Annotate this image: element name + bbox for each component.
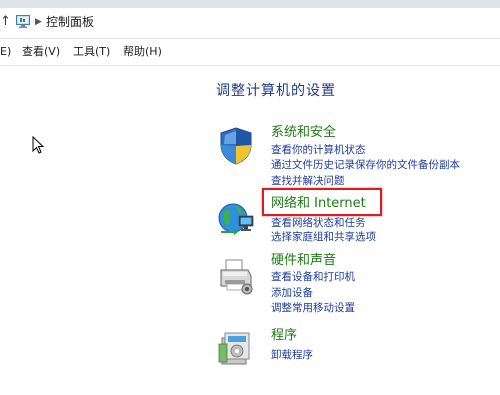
mouse-cursor-icon [32, 136, 45, 154]
link-file-history-backup[interactable]: 通过文件历史记录保存你的文件备份副本 [271, 159, 460, 172]
link-add-device[interactable]: 添加设备 [271, 287, 313, 300]
breadcrumb[interactable]: 控制面板 [46, 14, 94, 30]
breadcrumb-chevron-icon[interactable]: ▶ [35, 15, 42, 29]
programs-icon[interactable] [216, 328, 256, 368]
link-view-computer-status[interactable]: 查看你的计算机状态 [271, 144, 366, 157]
link-view-network-status[interactable]: 查看网络状态和任务 [271, 217, 366, 230]
link-homegroup-sharing[interactable]: 选择家庭组和共享选项 [271, 231, 376, 244]
link-troubleshoot[interactable]: 查找并解决问题 [271, 175, 345, 188]
link-uninstall-program[interactable]: 卸载程序 [271, 349, 313, 362]
control-panel-icon [16, 15, 30, 28]
up-arrow-icon[interactable]: ↑ [0, 14, 11, 30]
printer-icon[interactable] [216, 256, 256, 296]
menu-bar: E) 查看(V) 工具(T) 帮助(H) [0, 39, 500, 66]
network-globe-icon[interactable] [216, 198, 256, 238]
address-bar: ↑ ▶ 控制面板 [0, 0, 500, 39]
menu-help[interactable]: 帮助(H) [123, 45, 162, 59]
category-title-hardware-sound[interactable]: 硬件和声音 [271, 253, 336, 269]
link-devices-printers[interactable]: 查看设备和打印机 [271, 271, 355, 284]
category-title-programs[interactable]: 程序 [271, 328, 297, 344]
menu-view[interactable]: 查看(V) [22, 45, 60, 59]
category-title-network-internet[interactable]: 网络和 Internet [271, 196, 366, 212]
window-frame [0, 0, 500, 8]
link-mobility-settings[interactable]: 调整常用移动设置 [271, 302, 355, 315]
menu-tools[interactable]: 工具(T) [73, 45, 110, 59]
shield-icon[interactable] [216, 126, 256, 166]
page-title: 调整计算机的设置 [216, 83, 336, 99]
category-title-system-security[interactable]: 系统和安全 [271, 125, 336, 141]
menu-edit[interactable]: E) [0, 45, 11, 59]
